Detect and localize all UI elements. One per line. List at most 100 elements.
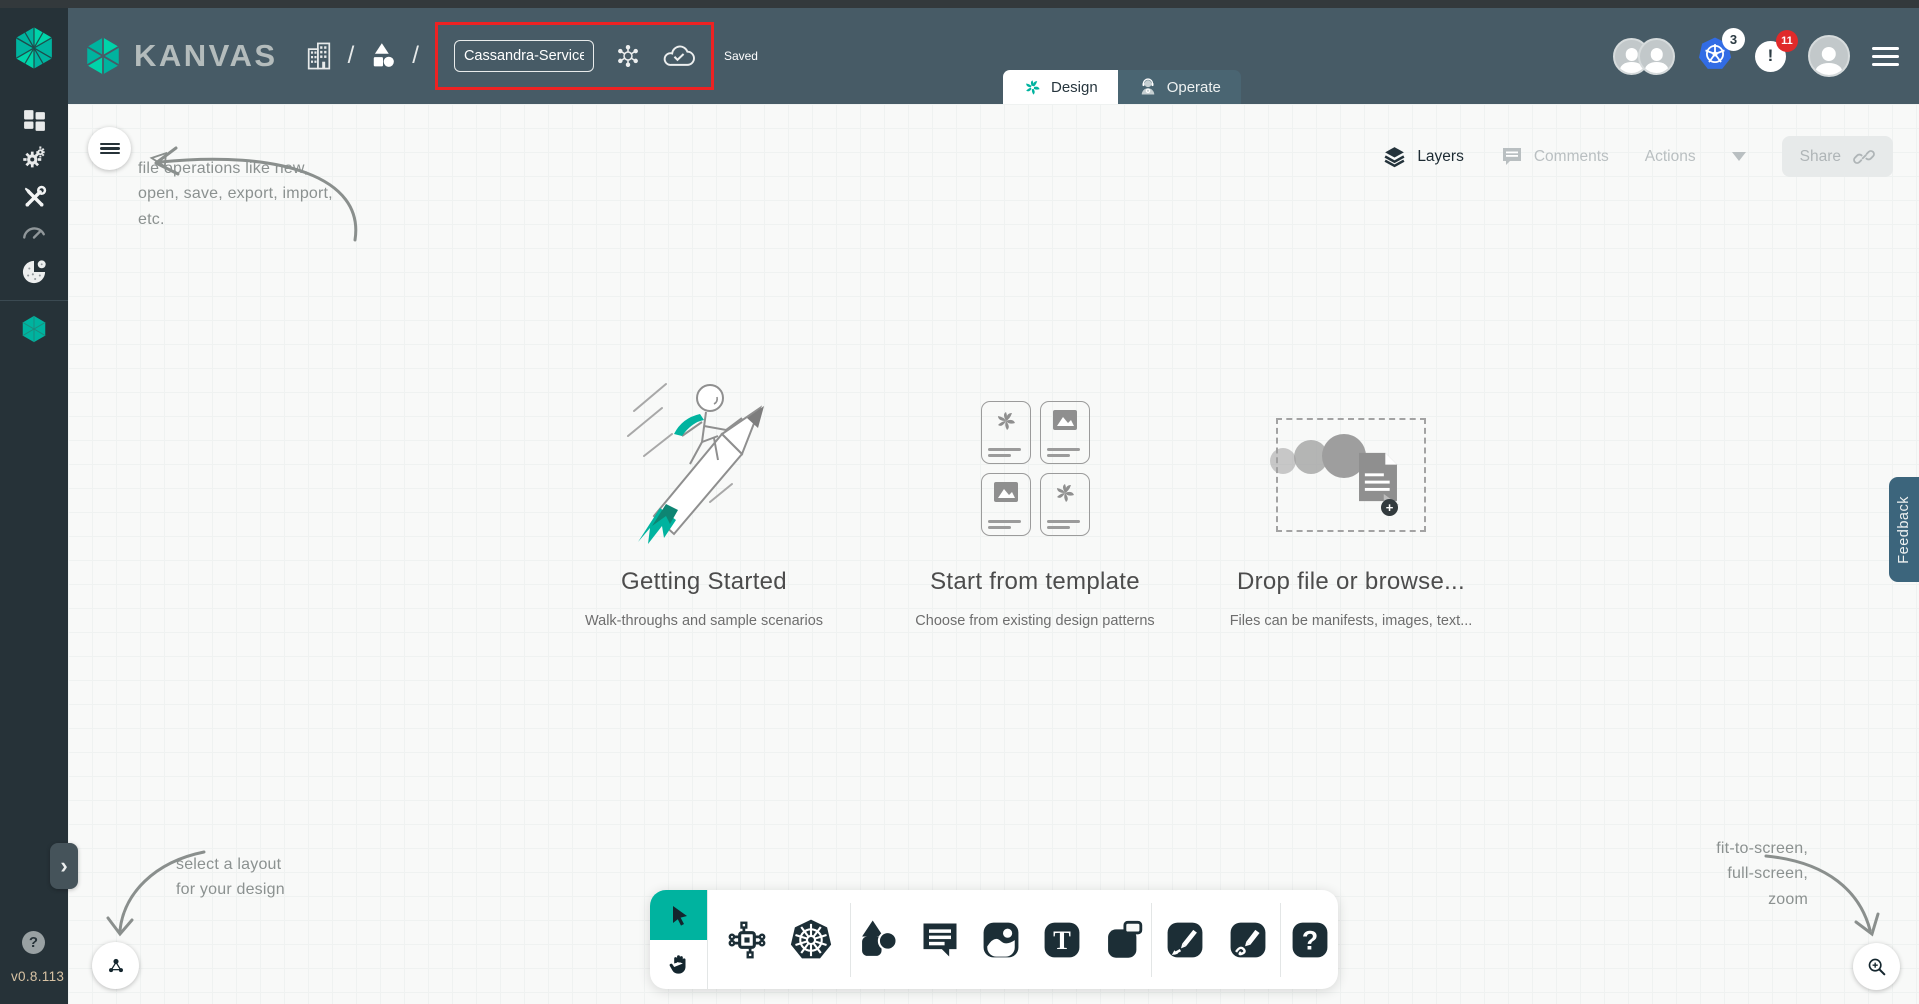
component-tool[interactable]: [725, 918, 769, 962]
question-mark-icon: ?: [1292, 922, 1327, 957]
layers-button[interactable]: Layers: [1382, 144, 1464, 169]
pan-tool[interactable]: [650, 940, 707, 990]
share-button[interactable]: Share: [1781, 136, 1893, 177]
canvas-top-actions: Layers Comments Actions Share: [1382, 136, 1893, 177]
shapes-tool[interactable]: [855, 917, 901, 963]
kubernetes-context-chip[interactable]: 3: [1697, 27, 1745, 77]
template-title: Start from template: [930, 568, 1140, 595]
pinwheel-icon: [997, 412, 1015, 430]
collaborator-avatars[interactable]: [1613, 37, 1675, 75]
template-thumb-image: [1039, 401, 1090, 464]
kanvas-logo-icon: [86, 37, 120, 75]
header-right-cluster: 3 ! 11: [1613, 27, 1919, 77]
file-dropzone[interactable]: +: [1270, 418, 1426, 532]
sidebar-item-extensions[interactable]: [0, 258, 68, 286]
cloud-saved-icon[interactable]: [662, 41, 695, 71]
mode-tabs: Design Operate: [1003, 70, 1241, 104]
design-canvas[interactable]: file operations like new, open, save, ex…: [68, 104, 1919, 1004]
comment-bubble-icon: [923, 923, 957, 956]
sidebar-item-settings[interactable]: [0, 146, 68, 173]
text-tool[interactable]: T: [1040, 918, 1084, 962]
kanvas-brand[interactable]: KANVAS: [82, 35, 278, 77]
draw-group: [1152, 918, 1280, 962]
kubernetes-wheel-icon: [790, 919, 831, 958]
sidebar-expand-button[interactable]: ›: [50, 843, 78, 889]
k8s-context-count-badge: 3: [1722, 27, 1745, 51]
zoom-button[interactable]: [1853, 943, 1900, 990]
sidebar-divider: [0, 300, 68, 301]
note-tool[interactable]: [1101, 917, 1147, 963]
version-label: v0.8.113: [11, 969, 65, 984]
dropzone-title: Drop file or browse...: [1236, 568, 1465, 595]
shapes-icon: [862, 920, 898, 956]
network-layout-icon: [108, 958, 123, 972]
notifications-chip[interactable]: ! 11: [1755, 29, 1798, 72]
sidebar-item-dashboard[interactable]: [0, 108, 68, 133]
kanvas-hexagon-icon: [22, 315, 46, 343]
tab-design[interactable]: Design: [1003, 70, 1118, 104]
hand-icon: [669, 954, 686, 974]
comments-button[interactable]: Comments: [1500, 145, 1609, 169]
comment-tool[interactable]: [918, 918, 962, 962]
select-tool[interactable]: [650, 890, 707, 940]
text-icon: T: [1044, 922, 1080, 957]
sidebar-item-kanvas[interactable]: [0, 314, 68, 344]
pen-tool[interactable]: [1163, 918, 1207, 962]
dropzone-card[interactable]: + Drop file or browse... Files can be ma…: [1216, 356, 1486, 629]
tab-operate[interactable]: Operate: [1117, 70, 1241, 104]
notification-count-badge: 11: [1776, 29, 1798, 52]
flower-nodes-icon[interactable]: [614, 42, 642, 70]
template-thumb-pattern: [1039, 473, 1090, 536]
feedback-tab[interactable]: Feedback: [1889, 477, 1919, 582]
file-menu-button[interactable]: [88, 127, 131, 170]
workspace-shapes-icon[interactable]: [368, 41, 398, 71]
pencil-squiggle-icon: [1230, 922, 1265, 957]
meshery-logo-icon[interactable]: [12, 26, 56, 70]
cursor-icon: [672, 905, 687, 926]
template-thumb-image: [980, 473, 1031, 536]
toolbar-help-button[interactable]: ?: [1288, 918, 1332, 962]
layout-button[interactable]: [92, 942, 139, 989]
template-thumb-pattern: [980, 401, 1031, 464]
circuit-component-icon: [728, 921, 765, 958]
bottom-toolbar: T ?: [650, 890, 1338, 989]
layers-icon: [1384, 147, 1405, 168]
extensions-icon: [22, 260, 46, 284]
app-header: KANVAS / / Cassandra-Service Saved 3 ! 1…: [68, 8, 1919, 104]
bubble: [1270, 448, 1296, 474]
image-icon: [1052, 410, 1077, 430]
component-group: [708, 917, 850, 963]
media-tool[interactable]: [979, 918, 1023, 962]
header-menu-button[interactable]: [1872, 46, 1899, 66]
user-avatar[interactable]: [1808, 35, 1850, 77]
svg-text:T: T: [1053, 925, 1071, 955]
getting-started-card[interactable]: Getting Started Walk-throughs and sample…: [554, 356, 854, 629]
getting-started-title: Getting Started: [621, 568, 787, 595]
content-group: T: [851, 917, 1151, 963]
breadcrumb-separator: /: [347, 42, 355, 69]
sidebar-item-performance[interactable]: [0, 220, 68, 242]
annotation-file-operations: file operations like new, open, save, ex…: [138, 160, 333, 228]
help-button[interactable]: ?: [22, 931, 45, 954]
gears-icon: [22, 146, 45, 168]
design-name-highlight-box: [434, 22, 714, 90]
actions-caret-icon[interactable]: [1731, 152, 1746, 161]
organization-icon[interactable]: [304, 40, 334, 72]
menu-icon: [99, 140, 120, 156]
dashboard-icon: [23, 110, 45, 131]
link-icon: [1853, 149, 1875, 164]
actions-dropdown[interactable]: Actions: [1645, 148, 1696, 166]
sidebar-item-toolbox[interactable]: [0, 184, 68, 211]
help-group: ?: [1281, 918, 1338, 962]
design-name-input[interactable]: [453, 40, 594, 72]
kubernetes-tool[interactable]: [788, 917, 834, 963]
svg-text:?: ?: [1301, 925, 1317, 955]
add-file-badge: +: [1381, 499, 1398, 516]
template-card[interactable]: Start from template Choose from existing…: [910, 356, 1160, 629]
freehand-tool[interactable]: [1226, 918, 1270, 962]
design-pinwheel-icon: [1026, 79, 1040, 95]
dropzone-subtitle: Files can be manifests, images, text...: [1229, 613, 1473, 629]
comment-icon: [1502, 147, 1521, 165]
template-subtitle: Choose from existing design patterns: [915, 613, 1155, 629]
pointer-tools: [650, 890, 707, 989]
